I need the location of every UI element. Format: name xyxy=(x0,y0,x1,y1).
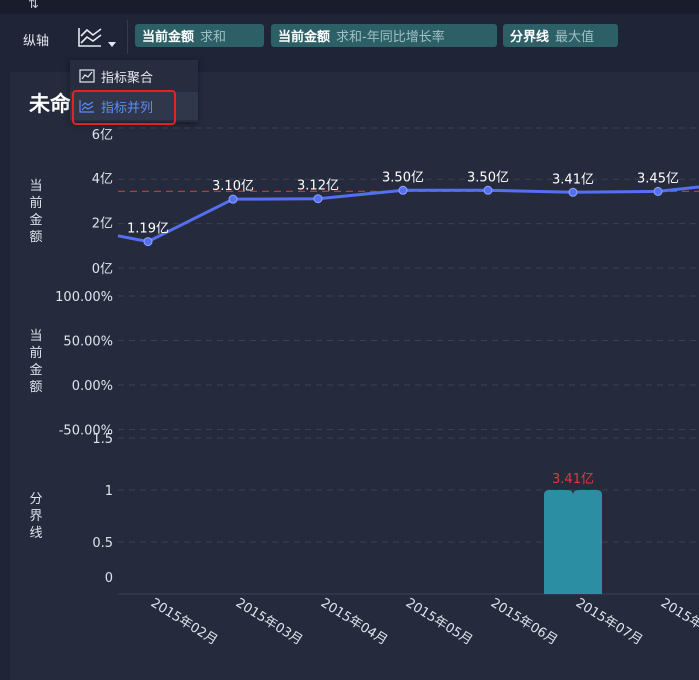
x-tick-label: 2015年04月 xyxy=(318,596,390,649)
axis-mode-menu: 指标聚合 指标并列 xyxy=(70,60,198,122)
y-axis-title-char: 额 xyxy=(29,230,42,245)
y-tick-label: 100.00% xyxy=(55,290,113,305)
data-point xyxy=(313,194,323,204)
data-point xyxy=(398,185,408,195)
x-tick-label: 2015年 xyxy=(658,596,699,633)
y-axis-title-char: 分 xyxy=(29,492,42,507)
data-label: 3.10亿 xyxy=(212,179,254,194)
y-axis-title-char: 金 xyxy=(29,362,42,378)
y-axis-title-char: 前 xyxy=(29,345,42,361)
y-tick-label: 6亿 xyxy=(92,128,113,143)
y-tick-label: 4亿 xyxy=(92,172,113,187)
y-tick-label: 50.00% xyxy=(63,335,113,350)
data-label: 3.12亿 xyxy=(297,179,339,194)
area-chart-icon xyxy=(79,69,95,83)
y-tick-label: 0 xyxy=(105,571,113,586)
y-tick-label: 0.5 xyxy=(92,536,113,551)
menu-item-parallel[interactable]: 指标并列 xyxy=(70,92,198,120)
menu-item-aggregate[interactable]: 指标聚合 xyxy=(70,62,198,90)
menu-item-label: 指标聚合 xyxy=(101,70,154,86)
y-axis-title-char: 线 xyxy=(29,526,42,541)
bar xyxy=(544,490,602,594)
y-axis-title-char: 当 xyxy=(29,179,42,194)
y-axis-title-char: 金 xyxy=(29,212,42,228)
x-tick-label: 2015年07月 xyxy=(573,596,645,649)
data-label: 3.41亿 xyxy=(552,172,594,187)
data-point xyxy=(228,194,238,204)
data-label: 1.19亿 xyxy=(127,222,169,237)
y-axis-title-char: 前 xyxy=(29,195,42,211)
x-tick-label: 2015年02月 xyxy=(148,596,220,649)
data-label: 3.45亿 xyxy=(637,171,679,186)
data-point xyxy=(653,186,663,196)
y-axis-title-char: 界 xyxy=(29,509,42,524)
x-tick-label: 2015年05月 xyxy=(403,596,475,649)
parallel-lines-icon xyxy=(79,100,94,113)
data-label: 3.50亿 xyxy=(467,170,509,185)
y-tick-label: 0亿 xyxy=(92,262,113,277)
x-tick-label: 2015年03月 xyxy=(233,596,305,649)
y-tick-label: 0.00% xyxy=(72,379,113,394)
data-label: 3.41亿 xyxy=(552,472,594,487)
y-tick-label: 1.5 xyxy=(92,432,113,447)
data-point xyxy=(483,185,493,195)
x-tick-label: 2015年06月 xyxy=(488,596,560,649)
series-line xyxy=(117,185,699,244)
y-tick-label: 1 xyxy=(105,484,113,499)
data-point xyxy=(143,237,153,247)
menu-item-label: 指标并列 xyxy=(101,100,154,116)
y-tick-label: 2亿 xyxy=(92,217,113,232)
y-axis-title-char: 当 xyxy=(29,329,42,344)
y-axis-title-char: 额 xyxy=(29,380,42,395)
data-point xyxy=(568,187,578,197)
data-label: 3.50亿 xyxy=(382,170,424,185)
